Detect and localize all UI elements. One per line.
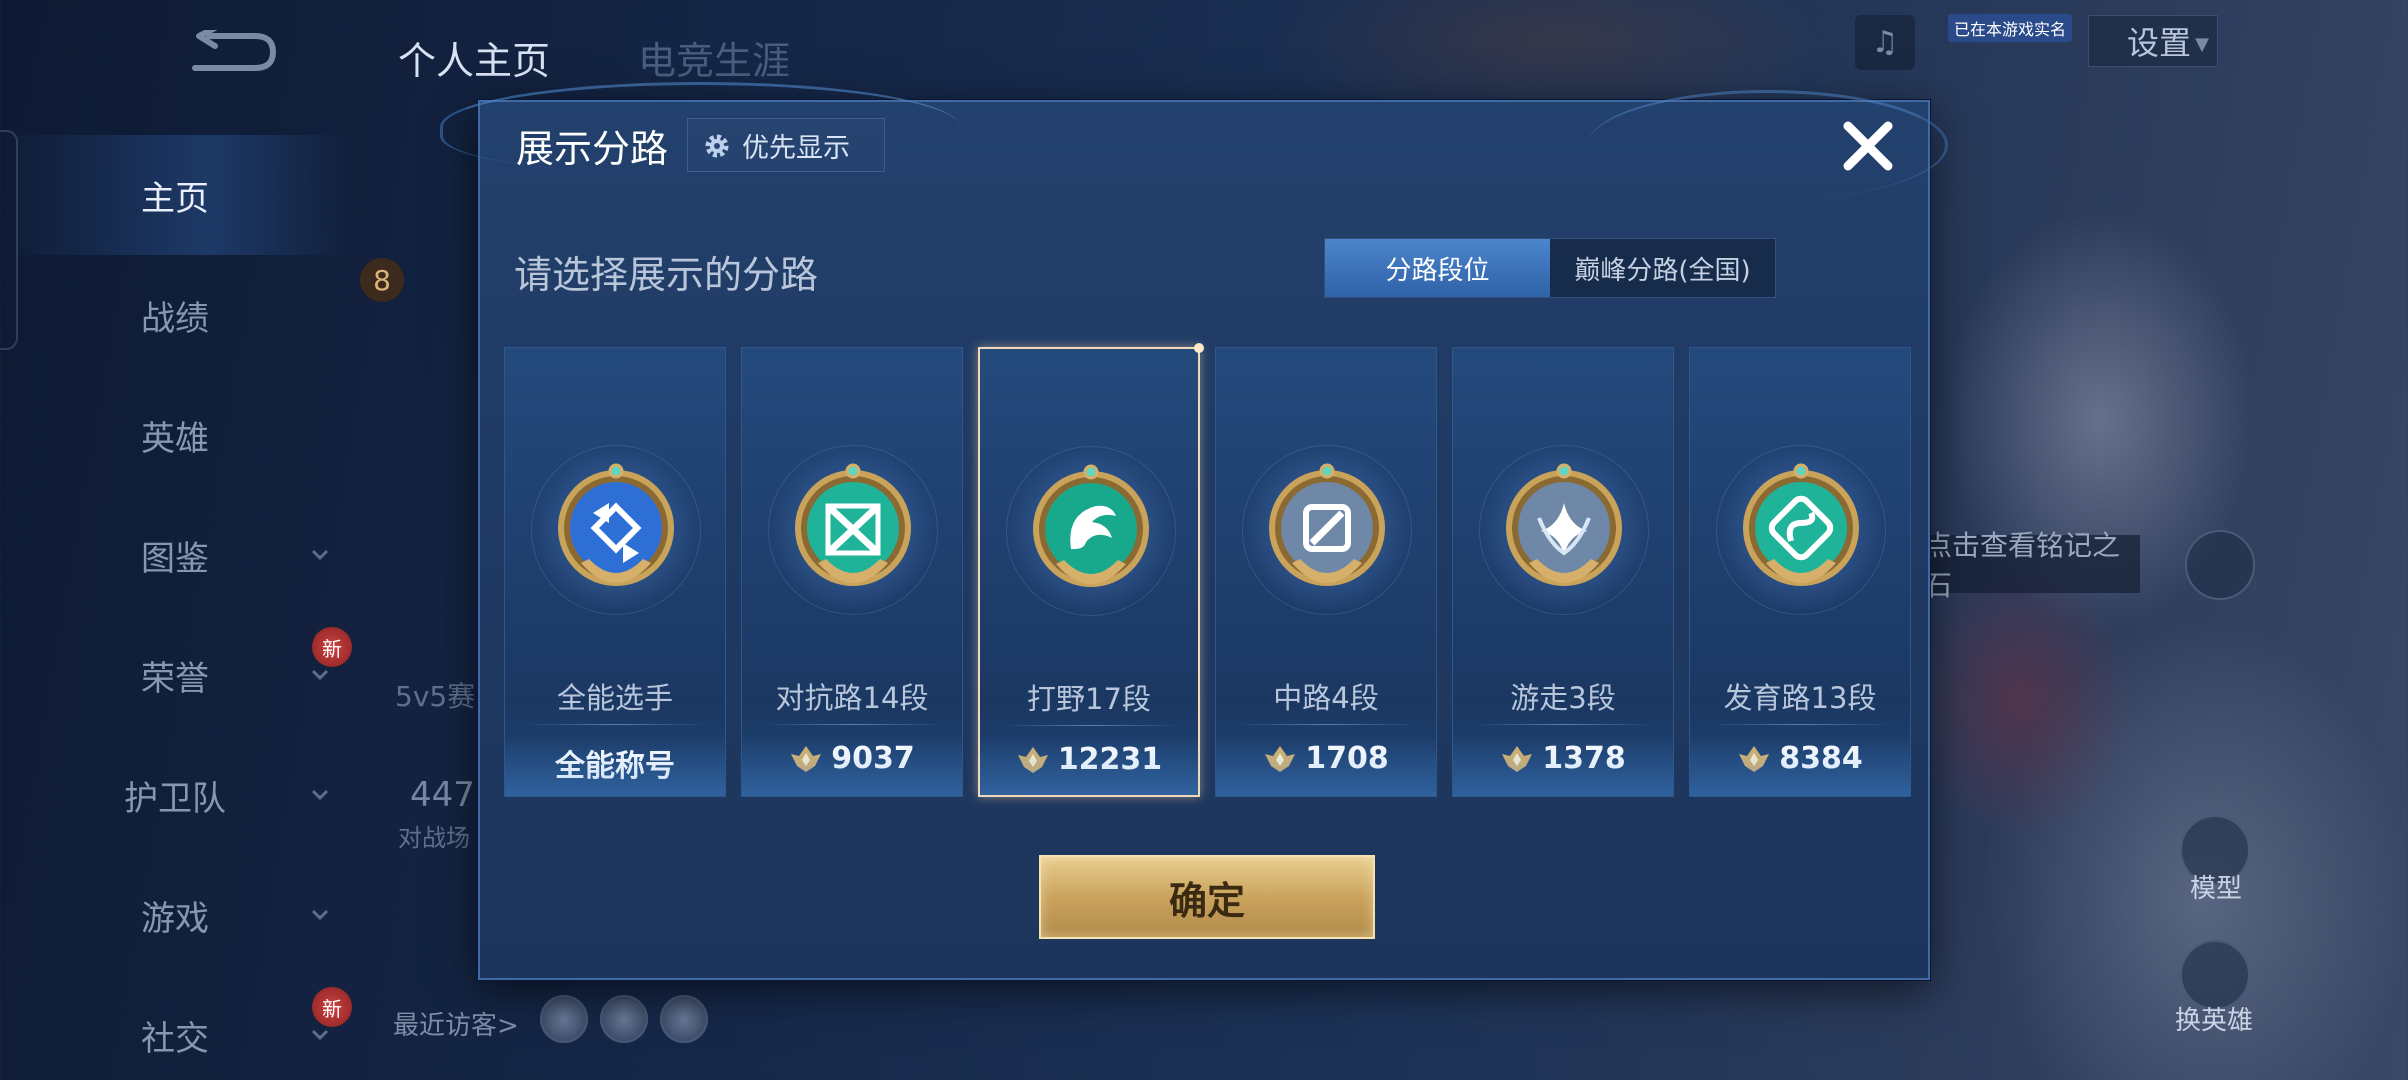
sidebar-item-label: 社交: [141, 1018, 209, 1059]
divider: [1236, 724, 1418, 725]
model-label: 模型: [2190, 874, 2243, 904]
chevron-down-icon: [311, 789, 329, 801]
lane-segment-control: 分路段位 巅峰分路(全国): [1324, 238, 1776, 298]
sidebar-item-label: 荣誉: [141, 658, 209, 699]
lane-display-modal: 展示分路 优先显示 请选择展示的分路 分路段位 巅峰分路(全国) 全能选手全能称…: [440, 82, 1948, 980]
sidebar-item-heroes[interactable]: 英雄: [0, 375, 350, 495]
clash-lane-emblem-icon: [795, 463, 911, 586]
mid-lane-emblem-icon: [1269, 463, 1385, 586]
sidebar-item-guard[interactable]: 护卫队: [0, 735, 350, 855]
visitor-avatars: [540, 995, 708, 1043]
divider: [525, 724, 707, 725]
modal-subtitle: 请选择展示的分路: [514, 253, 819, 297]
settings-button[interactable]: 设置 ▼: [2088, 15, 2218, 67]
lane-name: 全能选手: [556, 681, 673, 715]
avatar[interactable]: [540, 995, 588, 1043]
new-badge: 新: [312, 627, 352, 667]
all-round-emblem-icon: [558, 463, 674, 586]
realname-tag: 已在本游戏实名: [1948, 14, 2073, 42]
lane-card[interactable]: 发育路13段8384: [1689, 347, 1911, 797]
lane-name: 打野17段: [1027, 682, 1151, 716]
back-arrow-icon[interactable]: [185, 30, 281, 78]
modal-title: 展示分路: [516, 127, 669, 171]
lane-name: 发育路13段: [1723, 681, 1877, 715]
avatar[interactable]: [600, 995, 648, 1043]
card-glow: [980, 735, 1198, 795]
lane-name: 对抗路14段: [775, 681, 929, 715]
notification-icon[interactable]: ♫: [1855, 15, 1915, 70]
sidebar-item-codex[interactable]: 图鉴: [0, 495, 350, 615]
match-count: 447: [410, 775, 475, 815]
lane-card[interactable]: 中路4段1708: [1215, 347, 1437, 797]
match-label: 对战场: [398, 824, 470, 852]
gear-icon: [705, 134, 729, 158]
recent-visitors-link[interactable]: 最近访客>: [393, 1005, 519, 1042]
confirm-button[interactable]: 确定: [1039, 855, 1375, 939]
card-glow: [1453, 736, 1673, 796]
divider: [1000, 725, 1182, 726]
card-glow: [1690, 736, 1910, 796]
settings-label: 设置: [2127, 24, 2192, 62]
sidebar-item-label: 图鉴: [141, 538, 209, 579]
tab-profile[interactable]: 个人主页: [398, 30, 550, 85]
sidebar-item-honor[interactable]: 荣誉 新: [0, 615, 352, 735]
tab-esports[interactable]: 电竞生涯: [638, 30, 790, 85]
tab-peak-lane[interactable]: 巅峰分路(全国): [1550, 239, 1775, 297]
card-glow: [1216, 736, 1436, 796]
roam-emblem-icon: [1506, 463, 1622, 586]
change-hero-label: 换英雄: [2175, 1006, 2254, 1036]
card-glow: [742, 736, 962, 796]
divider: [1710, 724, 1892, 725]
close-icon[interactable]: [1838, 116, 1898, 176]
card-glow: [505, 736, 725, 796]
inscription-icon[interactable]: [2185, 530, 2255, 600]
jungle-emblem-icon: [1033, 464, 1149, 587]
chevron-down-icon: ▼: [2195, 34, 2209, 55]
sidebar-item-home[interactable]: 主页: [0, 135, 350, 255]
sidebar-item-label: 游戏: [141, 898, 209, 939]
sidebar-item-label: 英雄: [141, 418, 209, 459]
mode-text: 5v5赛: [395, 680, 476, 713]
chevron-down-icon: [311, 549, 329, 561]
lane-name: 游走3段: [1510, 681, 1616, 715]
sidebar-nav: 主页 战绩 英雄 图鉴 荣誉 新 护卫队 游戏 社交 新: [0, 135, 352, 1080]
farm-lane-emblem-icon: [1743, 463, 1859, 586]
sidebar-item-label: 战绩: [141, 298, 209, 339]
sidebar-item-label: 主页: [141, 178, 209, 219]
chevron-down-icon: [311, 909, 329, 921]
avatar[interactable]: [660, 995, 708, 1043]
priority-label: 优先显示: [742, 132, 850, 164]
lane-card[interactable]: 游走3段1378: [1452, 347, 1674, 797]
chevron-down-icon: [311, 669, 329, 681]
sidebar-item-game[interactable]: 游戏: [0, 855, 350, 975]
tab-lane-rank[interactable]: 分路段位: [1325, 239, 1550, 297]
lane-name: 中路4段: [1273, 681, 1379, 715]
sidebar-item-records[interactable]: 战绩: [0, 255, 350, 375]
lane-card[interactable]: 全能选手全能称号: [504, 347, 726, 797]
new-badge: 新: [312, 987, 352, 1027]
chevron-down-icon: [311, 1029, 329, 1041]
divider: [1473, 724, 1655, 725]
inscription-tip[interactable]: 点击查看铭记之石: [1910, 529, 2140, 602]
sidebar-item-label: 护卫队: [124, 778, 226, 819]
level-badge: 8: [360, 258, 404, 302]
sidebar-item-social[interactable]: 社交 新: [0, 975, 352, 1080]
lane-card[interactable]: 打野17段12231: [978, 343, 1204, 797]
priority-display-button[interactable]: 优先显示: [687, 118, 885, 172]
lane-card[interactable]: 对抗路14段9037: [741, 347, 963, 797]
divider: [762, 724, 944, 725]
